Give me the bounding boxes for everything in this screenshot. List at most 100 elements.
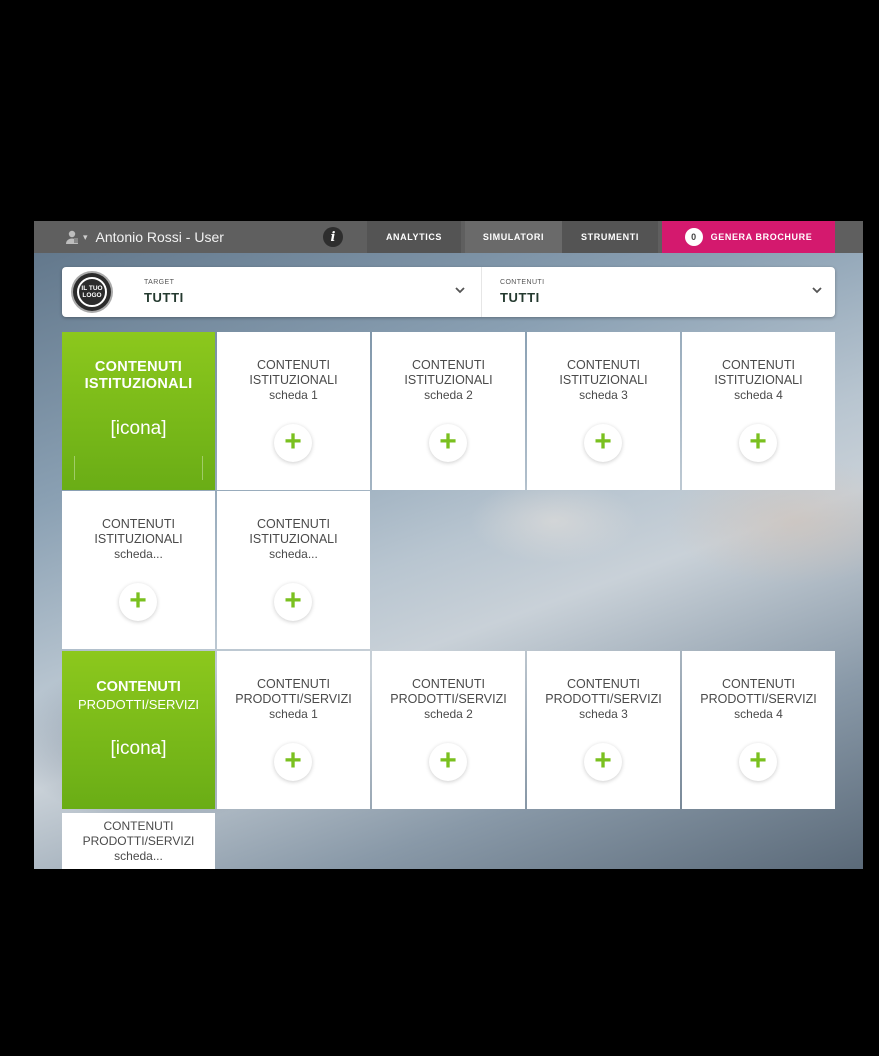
card-subtitle: scheda 1 [269,388,318,402]
plus-icon: + [749,743,767,777]
card-title-1: CONTENUTI [412,677,485,691]
chevron-down-icon[interactable] [453,283,467,297]
user-name: Antonio Rossi - User [95,229,224,245]
card-title-1: CONTENUTI [722,677,795,691]
add-button[interactable]: + [274,424,312,462]
card-subtitle: scheda 3 [579,388,628,402]
section-title-line2: ISTITUZIONALI [84,376,193,392]
content-card[interactable]: CONTENUTI ISTITUZIONALI scheda... + [217,491,370,649]
card-title-2: ISTITUZIONALI [714,373,803,387]
card-subtitle: scheda... [114,547,163,561]
plus-icon: + [594,743,612,777]
add-button[interactable]: + [584,424,622,462]
icon-placeholder: [icona] [110,738,167,759]
card-title-2: ISTITUZIONALI [559,373,648,387]
card-title-2: PRODOTTI/SERVIZI [545,692,662,706]
plus-icon: + [439,743,457,777]
card-title-2: ISTITUZIONALI [404,373,493,387]
content-card[interactable]: CONTENUTI PRODOTTI/SERVIZI scheda 1 + [217,651,370,809]
add-button[interactable]: + [274,743,312,781]
chevron-down-icon[interactable]: ▾ [83,232,88,243]
plus-icon: + [129,583,147,617]
info-icon: i [330,229,336,245]
card-title-1: CONTENUTI [567,677,640,691]
card-title-2: ISTITUZIONALI [249,532,338,546]
card-subtitle: scheda 2 [424,388,473,402]
plus-icon: + [284,424,302,458]
add-button[interactable]: + [119,583,157,621]
info-button[interactable]: i [323,227,343,247]
content-card[interactable]: CONTENUTI PRODOTTI/SERVIZI scheda... [62,813,215,869]
card-title-2: PRODOTTI/SERVIZI [700,692,817,706]
section-title-line2: PRODOTTI/SERVIZI [77,697,200,712]
tab-strumenti[interactable]: STRUMENTI [562,221,658,253]
card-title-1: CONTENUTI [257,517,330,531]
content-card[interactable]: CONTENUTI ISTITUZIONALI scheda 2 + [372,332,525,490]
target-select[interactable]: TARGET TUTTI [62,267,480,317]
add-button[interactable]: + [429,424,467,462]
plus-icon: + [284,743,302,777]
card-title-1: CONTENUTI [257,677,330,691]
card-subtitle: scheda 1 [269,707,318,721]
plus-icon: + [594,424,612,458]
content-card[interactable]: CONTENUTI PRODOTTI/SERVIZI scheda 4 + [682,651,835,809]
icon-placeholder: [icona] [110,418,167,439]
content-card[interactable]: CONTENUTI ISTITUZIONALI scheda 1 + [217,332,370,490]
add-button[interactable]: + [274,583,312,621]
user-menu[interactable]: ▾ Antonio Rossi - User [34,221,347,253]
card-title-1: CONTENUTI [412,358,485,372]
contenuti-value: TUTTI [500,290,540,305]
section-header-istituzionali[interactable]: CONTENUTI ISTITUZIONALI [icona] [62,332,215,490]
tab-simulatori[interactable]: SIMULATORI [465,221,562,253]
card-subtitle: scheda... [114,849,163,863]
tab-simulatori-label: SIMULATORI [482,232,545,242]
section-title-line1: CONTENUTI [96,679,181,695]
contenuti-label: CONTENUTI [500,279,545,286]
content-card[interactable]: CONTENUTI ISTITUZIONALI scheda 3 + [527,332,680,490]
add-button[interactable]: + [739,424,777,462]
plus-icon: + [439,424,457,458]
contenuti-select[interactable]: CONTENUTI TUTTI [481,267,836,317]
card-title-1: CONTENUTI [722,358,795,372]
plus-icon: + [284,583,302,617]
add-button[interactable]: + [739,743,777,781]
card-subtitle: scheda 4 [734,707,783,721]
card-title-2: PRODOTTI/SERVIZI [390,692,507,706]
card-title-1: CONTENUTI [102,517,175,531]
card-subtitle: scheda 2 [424,707,473,721]
tab-analytics-label: ANALYTICS [385,232,443,242]
section-header-prodotti[interactable]: CONTENUTI PRODOTTI/SERVIZI [icona] [62,651,215,809]
tab-strumenti-label: STRUMENTI [581,232,639,242]
brochure-count-badge: 0 [684,228,703,246]
plus-icon: + [749,424,767,458]
top-bar: ▾ Antonio Rossi - User i ANALYTICS SIMUL… [34,221,863,253]
genera-brochure-button[interactable]: 0 GENERA BROCHURE [662,221,835,253]
user-icon [64,229,80,245]
card-subtitle: scheda 3 [579,707,628,721]
genera-brochure-label: GENERA BROCHURE [710,232,813,242]
add-button[interactable]: + [584,743,622,781]
target-value: TUTTI [144,290,184,305]
tab-analytics[interactable]: ANALYTICS [367,221,461,253]
card-title-1: CONTENUTI [103,819,174,833]
card-title-2: ISTITUZIONALI [94,532,183,546]
content-card[interactable]: CONTENUTI ISTITUZIONALI scheda... + [62,491,215,649]
divider [74,456,75,480]
card-title-1: CONTENUTI [257,358,330,372]
card-title-1: CONTENUTI [567,358,640,372]
app-screen: ▾ Antonio Rossi - User i ANALYTICS SIMUL… [34,221,863,869]
card-subtitle: scheda... [269,547,318,561]
card-title-2: PRODOTTI/SERVIZI [235,692,352,706]
content-card[interactable]: CONTENUTI PRODOTTI/SERVIZI scheda 3 + [527,651,680,809]
card-subtitle: scheda 4 [734,388,783,402]
section-title-line1: CONTENUTI [94,359,183,375]
target-label: TARGET [144,279,175,286]
chevron-down-icon[interactable] [810,283,824,297]
divider [202,456,203,480]
content-card[interactable]: CONTENUTI ISTITUZIONALI scheda 4 + [682,332,835,490]
add-button[interactable]: + [429,743,467,781]
filter-bar: IL TUO LOGO TARGET TUTTI CONTENUTI TUTTI [62,267,835,317]
content-card[interactable]: CONTENUTI PRODOTTI/SERVIZI scheda 2 + [372,651,525,809]
card-title-2: ISTITUZIONALI [249,373,338,387]
card-title-2: PRODOTTI/SERVIZI [82,834,195,848]
